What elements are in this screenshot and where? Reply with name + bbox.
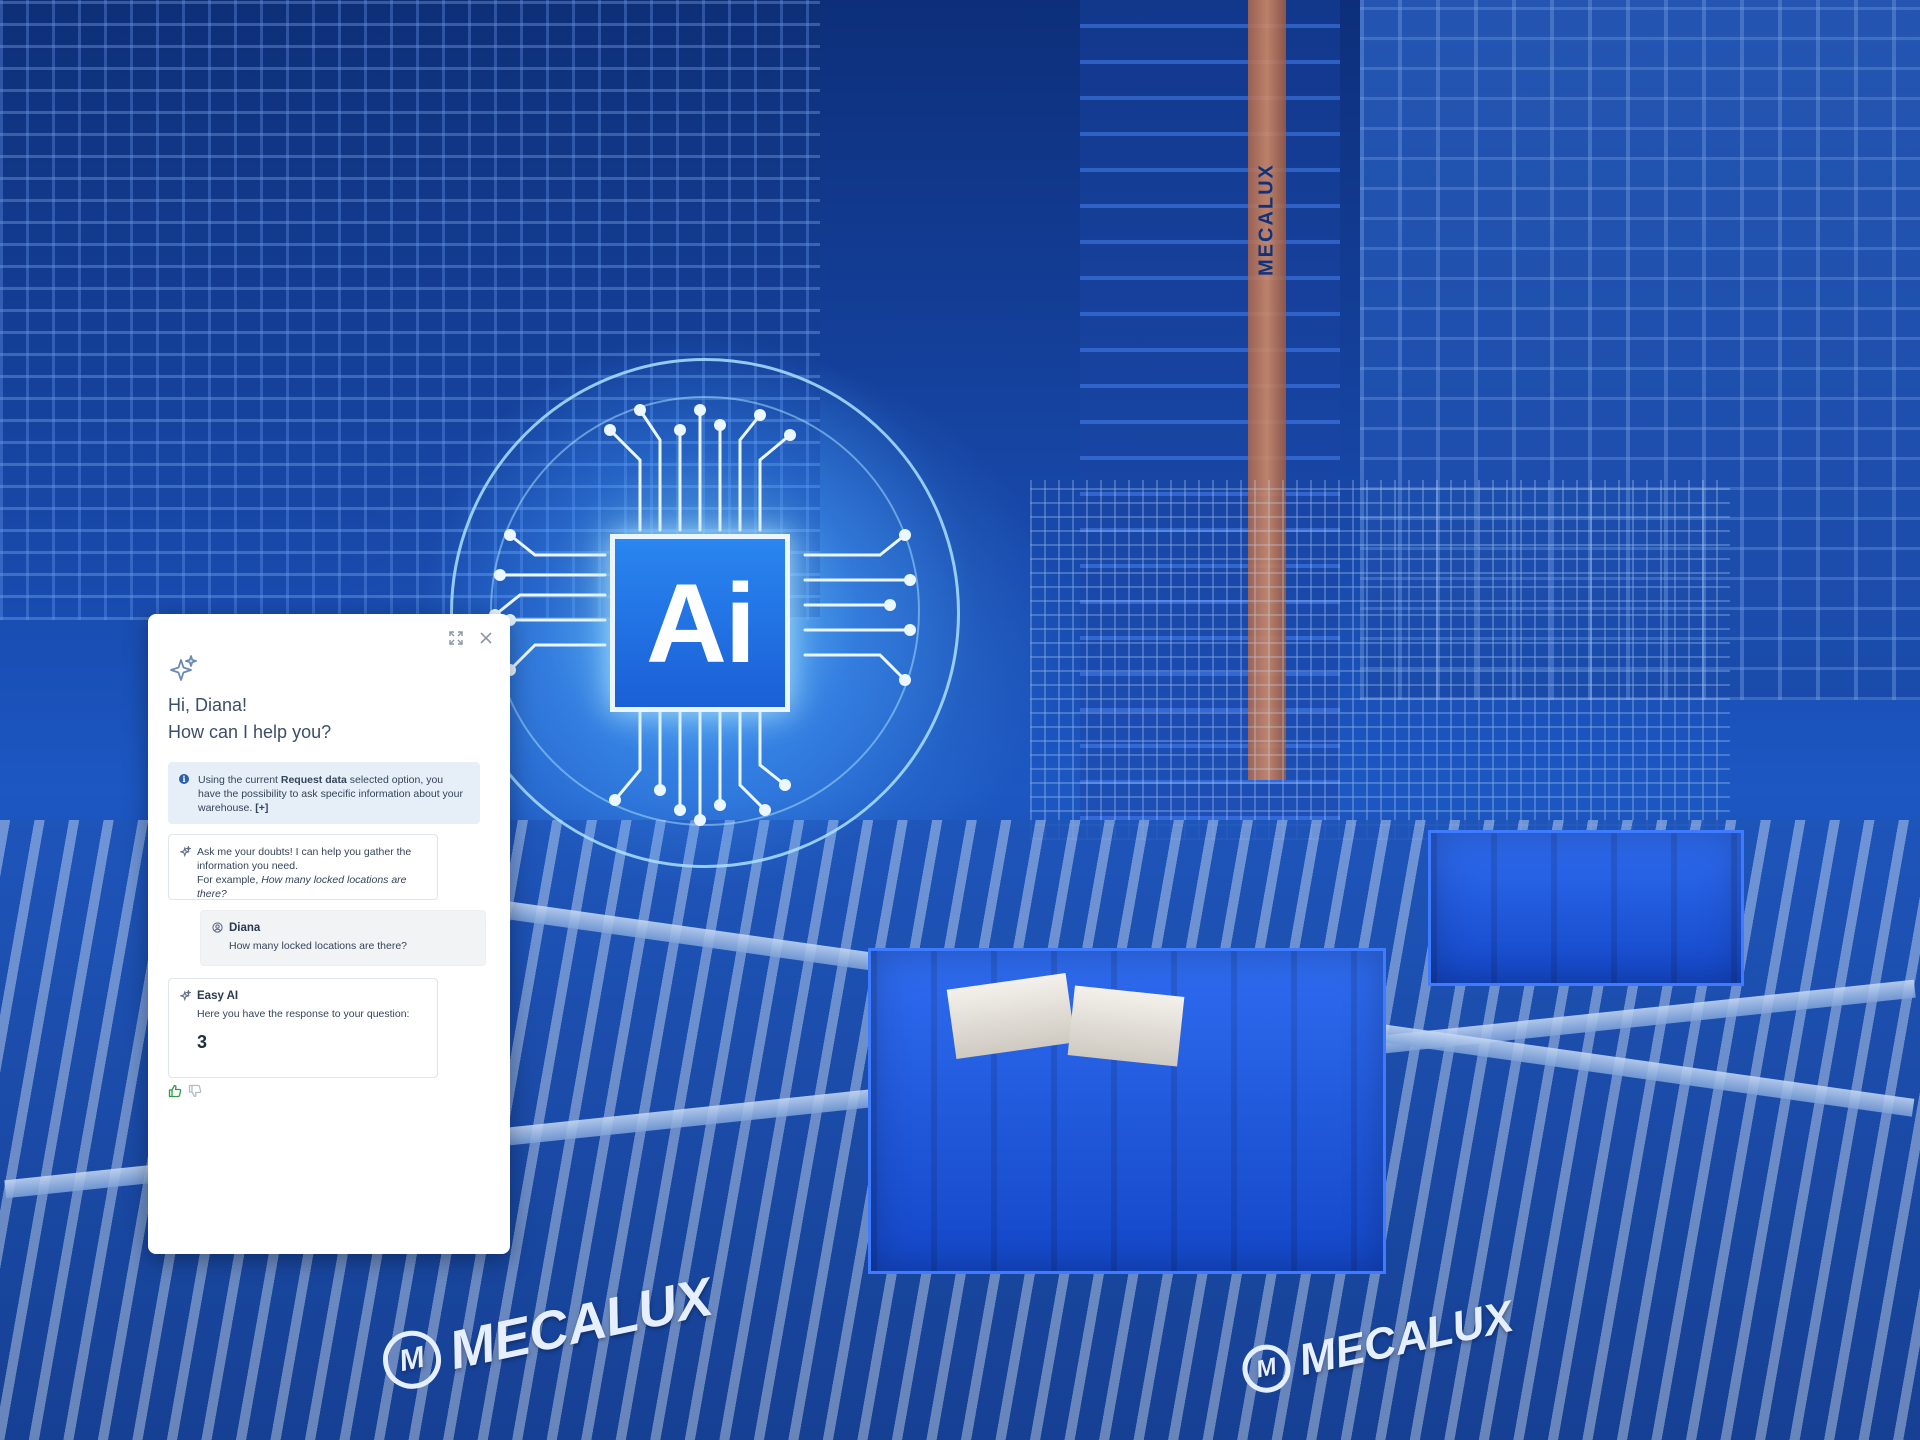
greeting: Hi, Diana! How can I help you? [168,692,331,746]
cardboard-box [1067,985,1185,1067]
blue-crate-back [1428,830,1744,986]
info-text-bold: Request data [280,774,347,786]
ai-chip-label: Ai [646,560,756,686]
thumbs-up-icon[interactable] [168,1084,182,1098]
bot-intro-text: Ask me your doubts! I can help you gathe… [197,846,412,872]
info-notice: i Using the current Request data selecte… [168,762,480,824]
user-icon [212,922,223,933]
greeting-name: Hi, Diana! [168,695,248,715]
sparkle-icon [179,844,193,858]
answer-value: 3 [197,1032,208,1052]
user-sender: Diana [229,922,261,934]
safety-fence [1030,480,1730,840]
feedback-controls [168,1084,202,1098]
user-message: Diana How many locked locations are ther… [200,910,486,966]
sparkle-icon [168,654,198,684]
close-icon[interactable] [478,630,494,646]
bot-answer-text: Here you have the response to your quest… [197,1008,410,1020]
mecalux-logo-icon: M [377,1325,447,1395]
bot-intro-message: Ask me your doubts! I can help you gathe… [168,834,438,900]
panel-actions [448,630,494,646]
example-prefix: For example, [197,874,262,886]
mecalux-logo-icon: M [1238,1340,1295,1398]
crane-mast-brand: MECALUX [1255,163,1278,277]
thumbs-down-icon[interactable] [188,1084,202,1098]
bot-sender: Easy AI [197,990,239,1002]
expand-icon[interactable] [448,630,464,646]
ai-assistant-panel: Hi, Diana! How can I help you? i Using t… [148,614,510,1254]
bot-answer-message: Easy AI Here you have the response to yo… [168,978,438,1078]
info-expand-link[interactable]: [+] [255,802,268,814]
ai-chip-badge: Ai [610,534,790,712]
info-icon: i [179,774,189,784]
sparkle-icon [179,988,193,1002]
user-message-text: How many locked locations are there? [229,940,408,952]
info-text-prefix: Using the current [198,774,281,786]
greeting-question: How can I help you? [168,722,332,742]
blue-crate-front [868,948,1386,1274]
bot-intro-example: For example, How many locked locations a… [197,873,425,901]
